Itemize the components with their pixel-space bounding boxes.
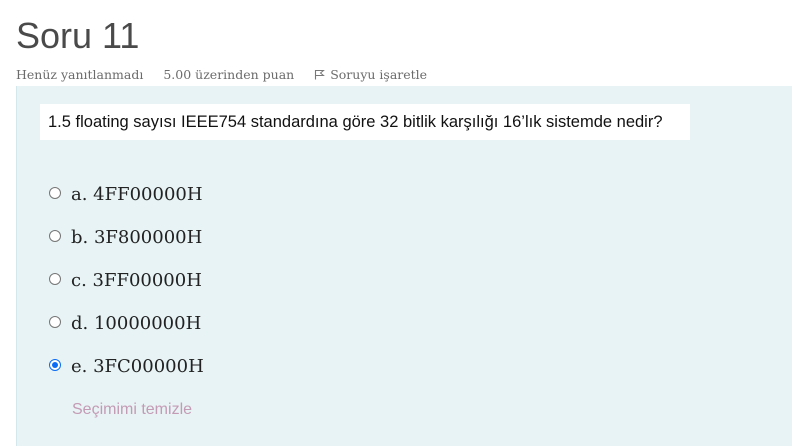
radio-button[interactable] (49, 316, 61, 328)
question-status: Henüz yanıtlanmadı (16, 66, 144, 82)
answer-label: d. 10000000H (71, 313, 202, 334)
flag-question-label: Soruyu işaretle (330, 66, 428, 82)
answer-label: e. 3FC00000H (71, 356, 204, 377)
answer-option-c[interactable]: c. 3FF00000H (49, 267, 202, 291)
question-content-panel: 1.5 floating sayısı IEEE754 standardına … (16, 86, 792, 446)
question-points: 5.00 üzerinden puan (163, 66, 295, 82)
question-title: Soru 11 (16, 15, 140, 56)
question-text: 1.5 floating sayısı IEEE754 standardına … (40, 104, 690, 140)
answer-label: b. 3F800000H (71, 227, 203, 248)
clear-selection-link[interactable]: Seçimimi temizle (72, 401, 192, 419)
radio-button[interactable] (49, 230, 61, 242)
answer-option-e[interactable]: e. 3FC00000H (49, 353, 204, 377)
answer-label: c. 3FF00000H (71, 270, 202, 291)
answer-option-a[interactable]: a. 4FF00000H (49, 181, 203, 205)
flag-question-link[interactable]: Soruyu işaretle (314, 67, 427, 82)
answer-label: a. 4FF00000H (71, 184, 203, 205)
radio-button[interactable] (49, 273, 61, 285)
flag-icon (315, 69, 326, 79)
answer-option-d[interactable]: d. 10000000H (49, 310, 201, 334)
radio-button[interactable] (49, 187, 61, 199)
answer-option-b[interactable]: b. 3F800000H (49, 224, 202, 248)
question-info: Henüz yanıtlanmadı 5.00 üzerinden puan S… (16, 65, 427, 83)
radio-button[interactable] (49, 359, 61, 371)
